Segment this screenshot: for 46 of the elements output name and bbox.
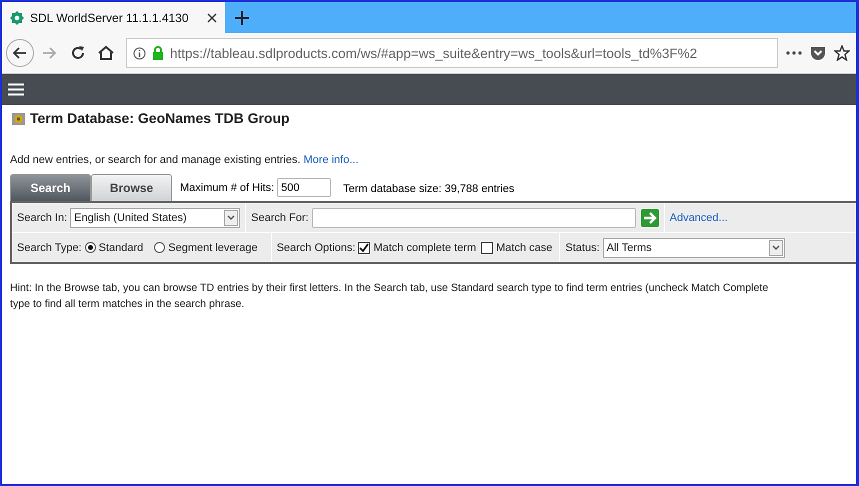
reload-icon[interactable] xyxy=(70,45,86,61)
back-icon[interactable] xyxy=(13,47,27,59)
field-label: Status: xyxy=(565,242,600,254)
caret-icon[interactable] xyxy=(227,214,236,220)
browser-tab[interactable]: SDL WorldServer 11.1.1.4130 xyxy=(2,2,225,33)
field-label: Maximum # of Hits: xyxy=(180,182,274,194)
max-hits-field[interactable]: 500 xyxy=(277,178,332,197)
search-field[interactable] xyxy=(312,208,636,228)
star-icon[interactable] xyxy=(834,45,850,61)
close-icon[interactable] xyxy=(207,12,217,22)
radio-label[interactable]: Segment leverage xyxy=(168,242,258,254)
address-bar[interactable]: https://tableau.sdlproducts.com/ws/#app=ws_suite&entry=ws_tools&url=tools_td%3F%2 xyxy=(126,38,778,68)
database-icon xyxy=(12,112,25,124)
pocket-icon[interactable] xyxy=(810,46,826,60)
database-size: Term database size: 39,788 entries xyxy=(343,183,514,195)
new-tab-icon[interactable] xyxy=(235,10,249,24)
checkbox[interactable] xyxy=(358,242,370,254)
radio-button[interactable] xyxy=(84,242,96,253)
checkbox-label[interactable]: Match case xyxy=(496,242,552,254)
field-label: Search For: xyxy=(251,212,309,224)
language-dropdown[interactable]: English (United States) xyxy=(70,208,240,228)
radio-label[interactable]: Standard xyxy=(98,242,144,254)
field-label: Search In: xyxy=(17,212,68,224)
home-icon[interactable] xyxy=(98,45,114,61)
more-icon[interactable] xyxy=(786,51,802,55)
field-label: Search Type: xyxy=(17,242,82,254)
hint-text: type to find all term matches in the search phrase. xyxy=(10,297,246,312)
tab[interactable]: Search xyxy=(10,174,91,201)
hint-text: Hint: In the Browse tab, you can browse TD entries by their first letters. In the Search tab, use Standard search type to find term entries (uncheck Match Complete xyxy=(10,281,770,296)
more-info-link[interactable]: More info... xyxy=(304,154,359,166)
menu-icon[interactable] xyxy=(8,83,24,96)
info-icon[interactable] xyxy=(133,46,146,60)
caret-icon[interactable] xyxy=(772,244,780,250)
status-dropdown[interactable]: All Terms xyxy=(602,238,785,258)
back-button[interactable] xyxy=(6,39,34,67)
checkbox-label[interactable]: Match complete term xyxy=(373,242,476,254)
page-title: Term Database: GeoNames TDB Group xyxy=(30,110,290,126)
checkbox[interactable] xyxy=(481,242,494,254)
advanced-link[interactable]: Advanced... xyxy=(670,212,728,224)
lock-icon xyxy=(152,46,164,60)
field-label: Search Options: xyxy=(276,242,356,254)
tab[interactable]: Browse xyxy=(91,174,172,201)
radio-button[interactable] xyxy=(154,242,166,253)
description: Add new entries, or search for and manage existing entries. More info... xyxy=(10,154,360,166)
arrow-icon[interactable] xyxy=(640,208,659,226)
gear-icon xyxy=(10,10,24,24)
